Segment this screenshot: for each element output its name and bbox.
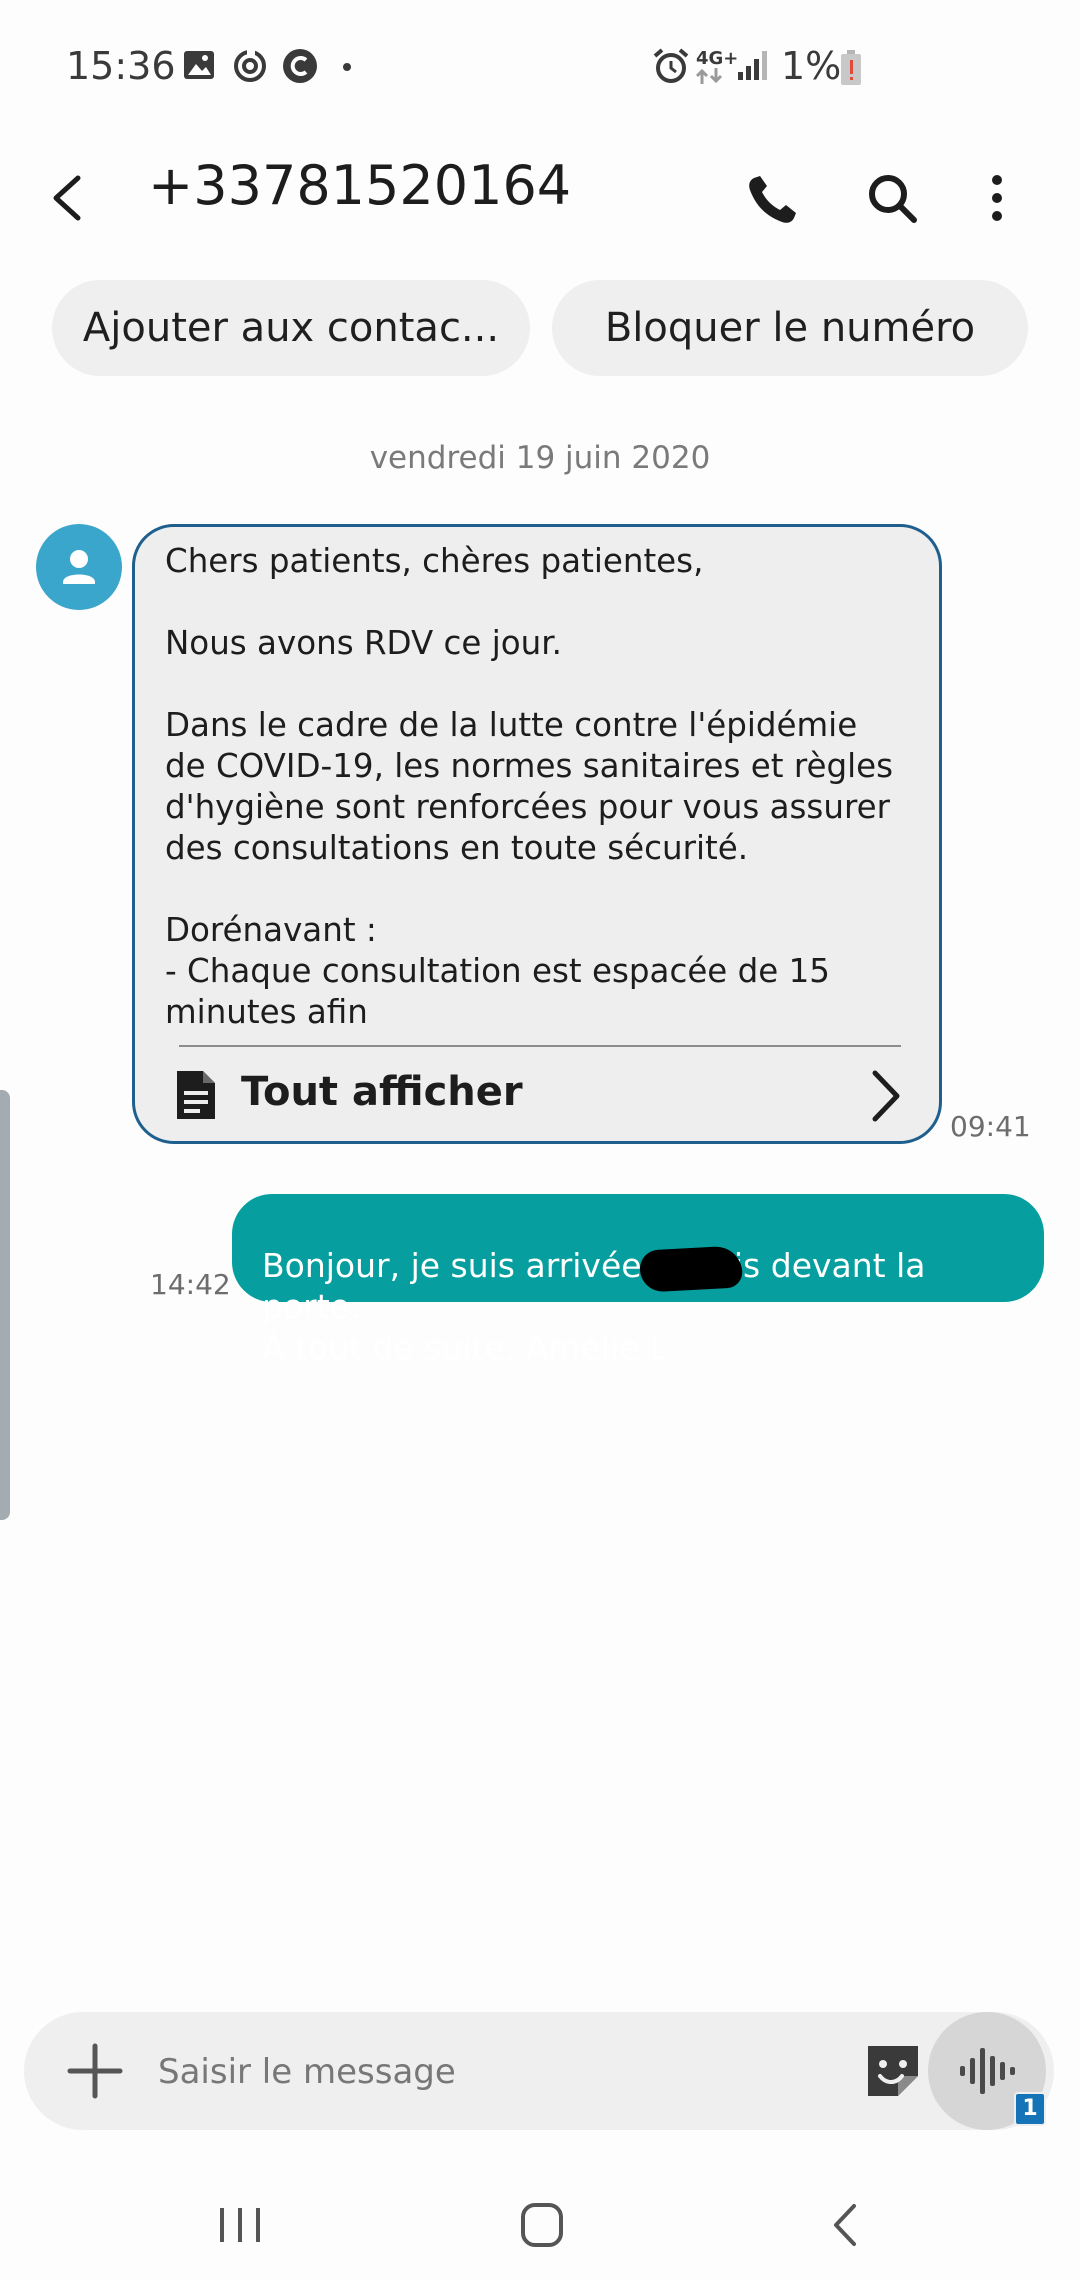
c-app-icon: [283, 49, 317, 83]
incoming-message-time: 09:41: [950, 1110, 1031, 1143]
data-arrows-icon: [695, 68, 723, 84]
nav-back-icon[interactable]: [806, 2190, 886, 2260]
image-icon: [184, 51, 214, 79]
home-icon[interactable]: [502, 2190, 582, 2260]
avatar[interactable]: [36, 524, 122, 610]
search-icon[interactable]: [858, 158, 928, 238]
scrollbar-handle[interactable]: [0, 1090, 10, 1520]
dot-icon: [343, 63, 351, 71]
message-input[interactable]: [156, 2034, 860, 2110]
bubble-divider: [179, 1045, 901, 1047]
sync-icon: [234, 49, 266, 82]
battery-percent: 1%: [781, 44, 842, 88]
chevron-right-icon: [872, 1070, 900, 1122]
add-to-contacts-button[interactable]: Ajouter aux contac...: [52, 280, 530, 376]
recent-apps-icon[interactable]: [200, 2190, 280, 2260]
person-icon: [63, 550, 95, 584]
battery-low-icon: [841, 50, 861, 85]
sticker-icon[interactable]: [858, 2036, 928, 2106]
voice-record-button[interactable]: 1: [928, 2012, 1046, 2130]
incoming-message-text: Chers patients, chères patientes, Nous a…: [165, 542, 894, 1031]
more-vertical-icon[interactable]: [962, 158, 1032, 238]
back-arrow-icon[interactable]: [40, 158, 100, 238]
status-bar: 15:36 4G+ 1%: [0, 0, 1080, 140]
network-type: 4G+: [696, 48, 739, 69]
alarm-icon: [653, 48, 689, 83]
sim-badge: 1: [1014, 2092, 1046, 2126]
conversation-header: +33781520164: [0, 140, 1080, 260]
document-icon: [177, 1071, 215, 1119]
outgoing-message-text: Bonjour, je suis arrivée et suis devant …: [262, 1246, 926, 1367]
voice-wave-icon: [960, 2048, 1015, 2094]
phone-icon[interactable]: [736, 158, 806, 238]
signal-icon: [738, 51, 767, 80]
block-number-button[interactable]: Bloquer le numéro: [552, 280, 1028, 376]
show-all-label: Tout afficher: [241, 1069, 523, 1115]
message-composer: [24, 2012, 1054, 2130]
contact-number-title: +33781520164: [148, 154, 572, 217]
redaction-scribble: [638, 1245, 744, 1293]
date-separator: vendredi 19 juin 2020: [369, 440, 711, 476]
outgoing-message-time: 14:42: [150, 1268, 231, 1301]
messages-screen: 15:36 4G+ 1% +33781520164 Ajouter aux co…: [0, 0, 1080, 2280]
add-attachment-icon[interactable]: [62, 2038, 128, 2104]
show-all-button[interactable]: Tout afficher: [135, 1049, 939, 1143]
outgoing-message-bubble[interactable]: Bonjour, je suis arrivée et suis devant …: [232, 1194, 1044, 1367]
status-time: 15:36: [66, 44, 176, 88]
incoming-message-bubble[interactable]: Chers patients, chères patientes, Nous a…: [132, 524, 942, 1144]
